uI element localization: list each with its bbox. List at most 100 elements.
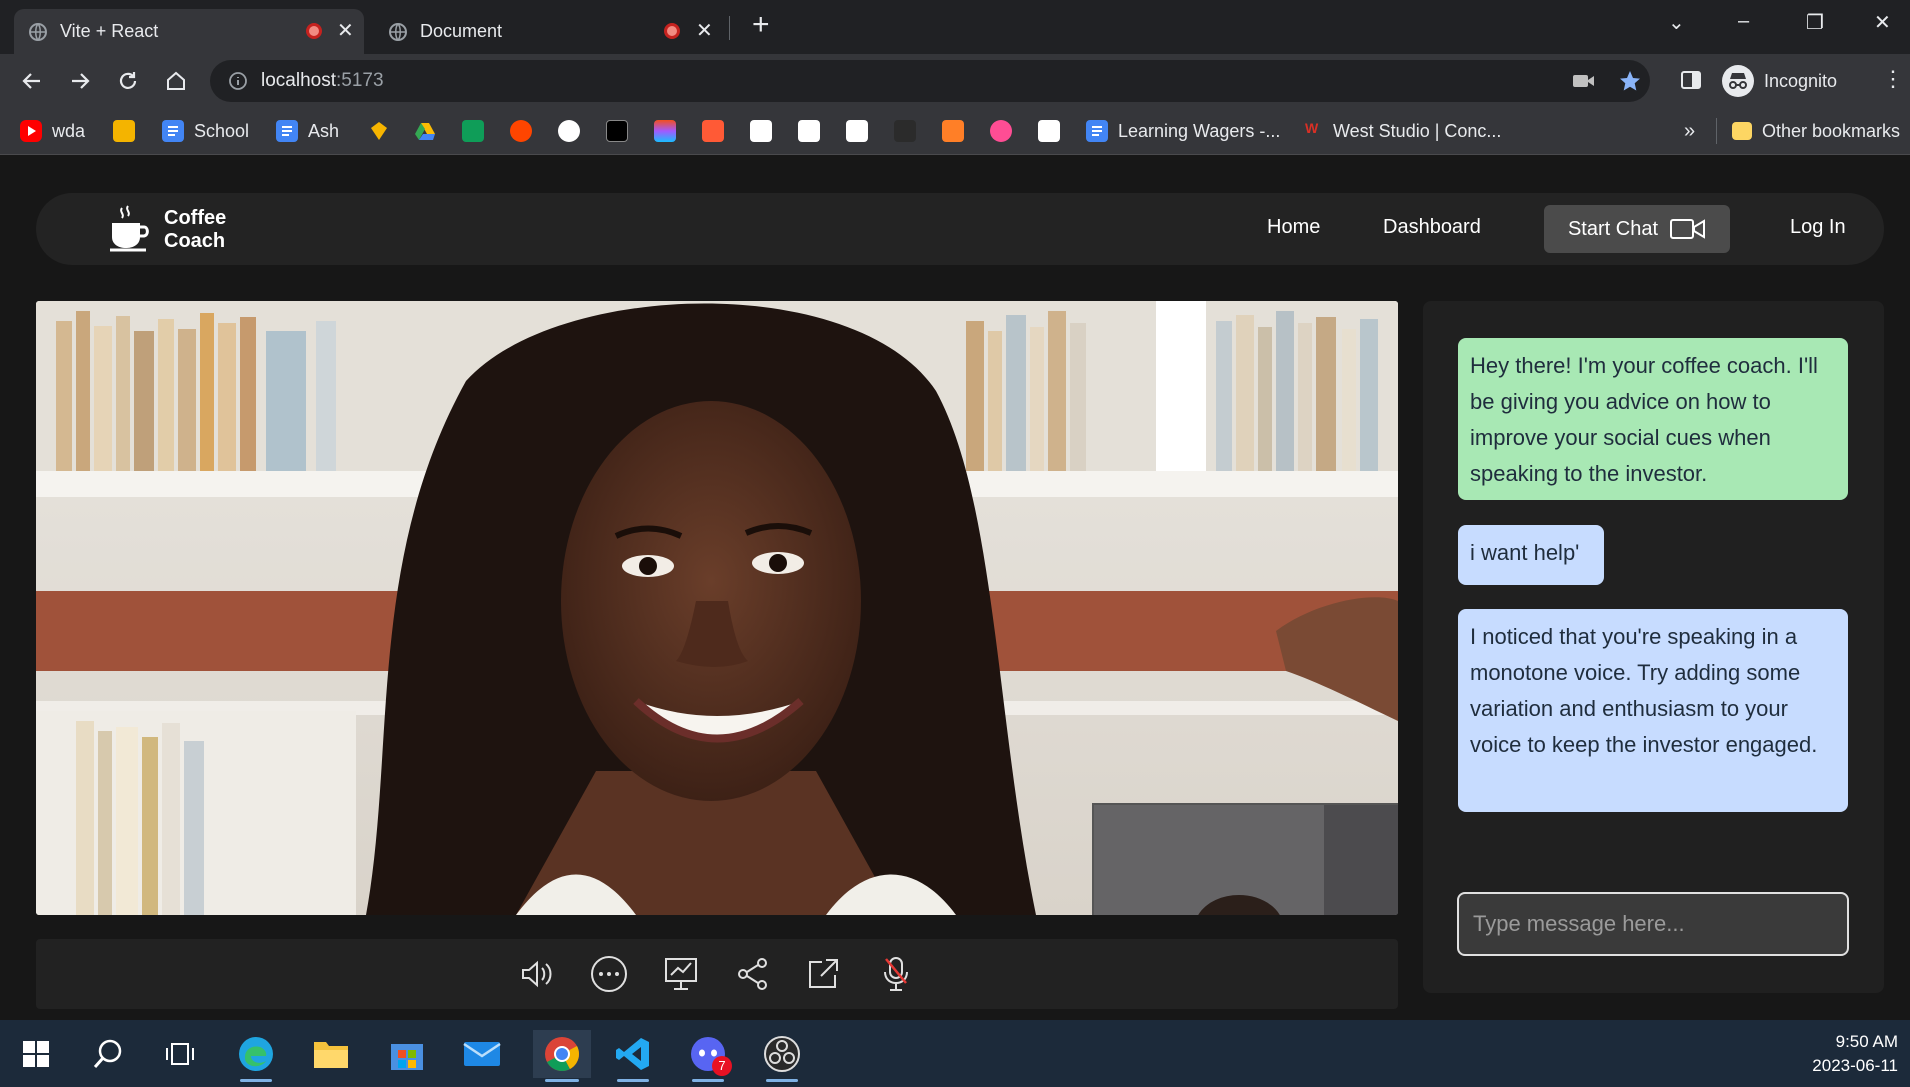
tab-search-icon[interactable]: ⌄ — [1668, 10, 1685, 35]
more-options-button[interactable] — [589, 954, 629, 994]
bookmark-school[interactable]: School — [162, 118, 249, 144]
bookmark-z-app[interactable] — [1038, 118, 1060, 144]
new-tab-icon[interactable]: + — [752, 8, 770, 42]
reload-button[interactable] — [110, 63, 146, 99]
system-clock[interactable]: 9:50 AM 2023-06-11 — [1812, 1030, 1898, 1078]
bookmark-west-studio[interactable]: W West Studio | Conc... — [1305, 118, 1501, 144]
clock-time: 9:50 AM — [1835, 1032, 1898, 1051]
minimize-icon[interactable]: – — [1738, 10, 1749, 33]
home-icon — [167, 71, 185, 90]
nav-home-link[interactable]: Home — [1267, 216, 1320, 239]
share-button[interactable] — [733, 954, 773, 994]
address-bar[interactable]: localhost:5173 — [210, 60, 1650, 102]
incognito-indicator[interactable]: Incognito — [1722, 62, 1837, 100]
local-participant-video — [1094, 805, 1398, 915]
mic-muted-icon — [884, 957, 908, 991]
url-host: localhost — [261, 70, 336, 91]
classroom-icon — [113, 120, 135, 142]
back-button[interactable] — [14, 63, 50, 99]
forward-button[interactable] — [62, 63, 98, 99]
recording-icon — [664, 23, 680, 39]
ws-icon: W — [1305, 120, 1319, 136]
site-info-icon[interactable] — [228, 71, 248, 91]
bookmark-reddit[interactable] — [510, 118, 532, 144]
bookmark-sheets[interactable] — [462, 118, 484, 144]
bookmarks-overflow-button[interactable]: » — [1684, 118, 1695, 144]
star-app-icon — [990, 120, 1012, 142]
bookmark-other-folder[interactable]: Other bookmarks — [1732, 118, 1900, 144]
call-controls-bar — [36, 939, 1398, 1009]
bookmark-99d[interactable] — [702, 118, 724, 144]
present-icon — [665, 958, 697, 990]
speaker-icon — [522, 960, 552, 988]
present-button[interactable] — [661, 954, 701, 994]
taskbar-mail[interactable] — [458, 1030, 506, 1078]
taskbar-edge[interactable] — [232, 1030, 280, 1082]
tab-title: Document — [420, 21, 503, 41]
page-icon — [750, 120, 772, 142]
recording-icon — [306, 23, 322, 39]
bookmark-cb[interactable] — [942, 118, 964, 144]
taskbar-vscode[interactable] — [609, 1030, 657, 1082]
restore-icon[interactable]: ❐ — [1806, 10, 1824, 35]
bookmark-classroom[interactable] — [113, 118, 135, 144]
start-button[interactable] — [12, 1030, 60, 1078]
bookmark-page-3[interactable] — [846, 118, 868, 144]
bookmark-figma[interactable] — [654, 118, 676, 144]
reload-icon — [119, 72, 137, 89]
task-view-button[interactable] — [156, 1030, 204, 1078]
side-panel-icon[interactable] — [1680, 69, 1702, 91]
close-tab-icon[interactable]: ✕ — [337, 18, 354, 43]
nav-dashboard-link[interactable]: Dashboard — [1383, 216, 1481, 239]
chat-message-input[interactable] — [1457, 892, 1849, 956]
speaker-button[interactable] — [517, 954, 557, 994]
taskbar-store[interactable] — [383, 1030, 431, 1078]
windows-taskbar: 7 9:50 AM 2023-06-11 — [0, 1020, 1910, 1087]
taskbar-search-button[interactable] — [84, 1030, 132, 1078]
more-icon — [591, 956, 627, 992]
close-window-icon[interactable]: ✕ — [1874, 10, 1891, 35]
bookmark-drive[interactable] — [414, 118, 436, 144]
close-tab-icon[interactable]: ✕ — [696, 18, 713, 43]
start-chat-button[interactable]: Start Chat — [1544, 205, 1730, 253]
nav-login-link[interactable]: Log In — [1790, 216, 1846, 239]
bookmark-ash[interactable]: Ash — [276, 118, 339, 144]
taskbar-discord[interactable]: 7 — [684, 1030, 732, 1082]
globe-icon — [389, 22, 407, 41]
camera-in-use-icon[interactable] — [1572, 71, 1596, 91]
remote-video-feed — [36, 301, 1398, 915]
mail-icon — [463, 1042, 501, 1066]
coach-message-bubble: I noticed that you're speaking in a mono… — [1458, 609, 1848, 812]
brand-logo[interactable]: Coffee Coach — [108, 205, 226, 255]
bookmark-page-1[interactable] — [750, 118, 772, 144]
clock-date: 2023-06-11 — [1812, 1056, 1898, 1075]
bookmark-medium[interactable] — [894, 118, 916, 144]
bookmark-learning-wagers[interactable]: Learning Wagers -... — [1086, 118, 1280, 144]
bookmark-replit[interactable] — [606, 118, 628, 144]
home-button[interactable] — [158, 63, 194, 99]
taskbar-obs[interactable] — [758, 1030, 806, 1082]
bookmark-wda[interactable]: wda — [20, 118, 85, 144]
bookmark-star-app[interactable] — [990, 118, 1012, 144]
tab-vite-react[interactable]: Vite + React ✕ — [14, 9, 364, 54]
vscode-icon — [616, 1038, 649, 1070]
browser-menu-icon[interactable]: ⋮ — [1882, 66, 1904, 92]
browser-toolbar: localhost:5173 Incognito ⋮ — [0, 54, 1910, 108]
bookmark-star-icon[interactable] — [1618, 69, 1642, 93]
self-view-video — [1092, 803, 1398, 915]
bookmarks-divider — [1716, 118, 1717, 144]
bookmark-github[interactable] — [558, 118, 580, 144]
taskbar-file-explorer[interactable] — [307, 1030, 355, 1078]
taskbar-chrome[interactable] — [533, 1030, 591, 1082]
microphone-button[interactable] — [876, 954, 916, 994]
figma-icon — [654, 120, 676, 142]
page-icon — [846, 120, 868, 142]
open-external-button[interactable] — [803, 954, 843, 994]
tab-document[interactable]: Document ✕ — [374, 9, 724, 54]
bookmark-sketch[interactable] — [368, 118, 390, 144]
start-chat-label: Start Chat — [1567, 217, 1659, 240]
url-text[interactable]: localhost:5173 — [261, 70, 384, 92]
reddit-icon — [510, 120, 532, 142]
bookmark-page-2[interactable] — [798, 118, 820, 144]
chrome-icon — [545, 1037, 579, 1071]
